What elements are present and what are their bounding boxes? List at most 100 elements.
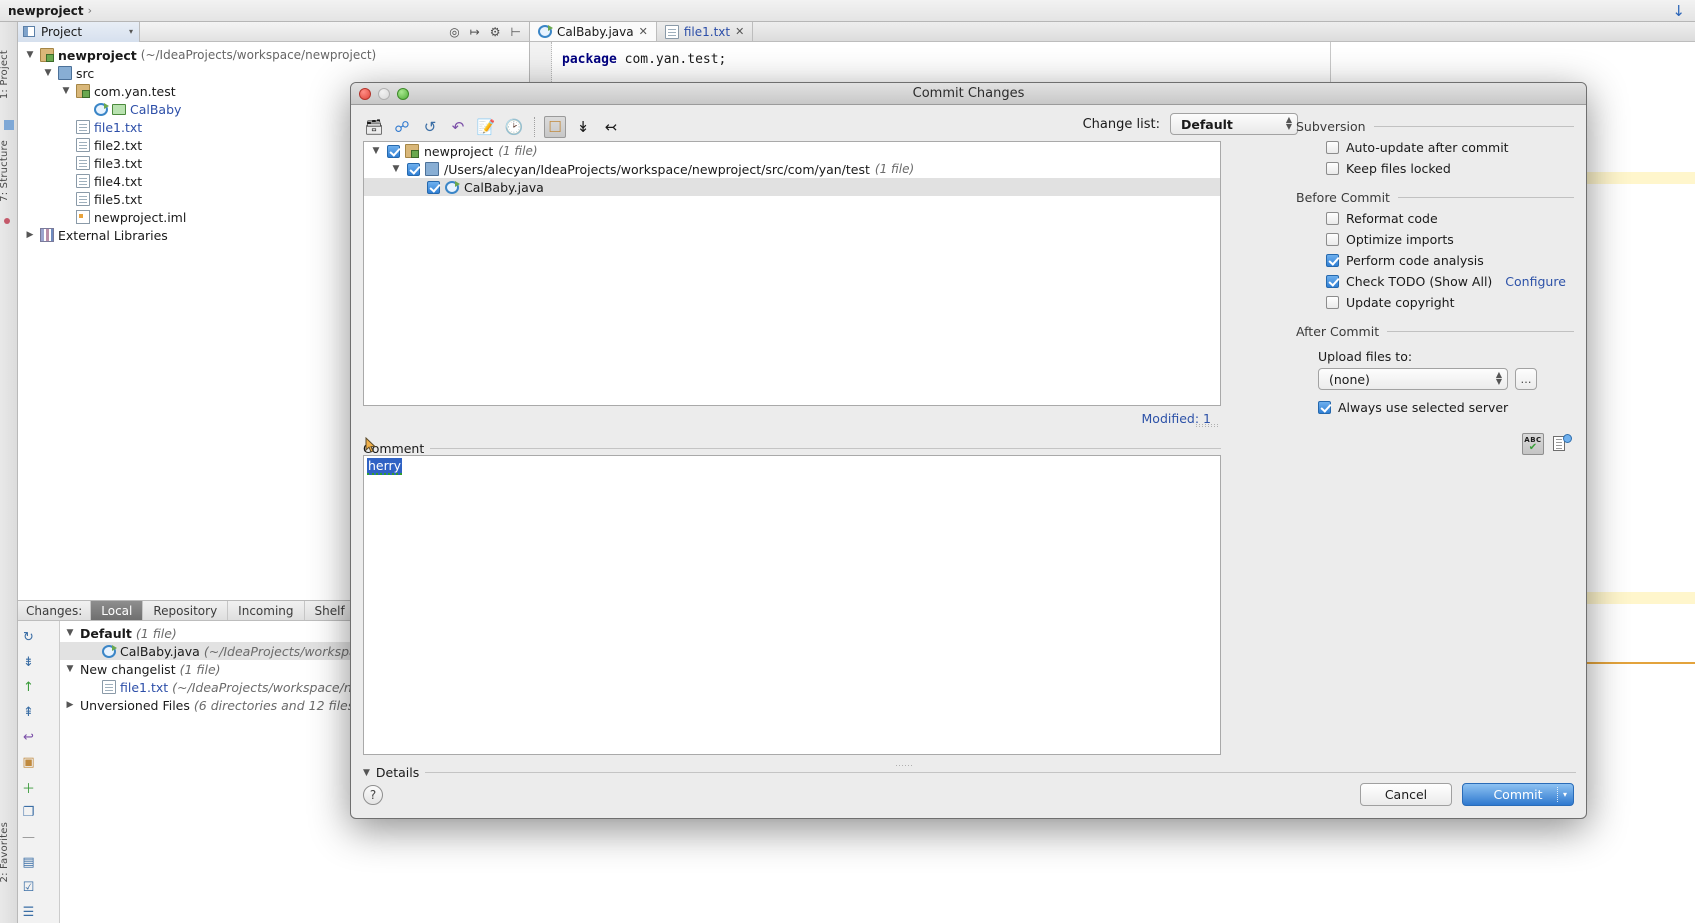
java-class-icon bbox=[538, 25, 553, 38]
commit-file-row[interactable]: ▼ /Users/alecyan/IdeaProjects/workspace/n… bbox=[364, 160, 1220, 178]
gear-icon[interactable]: ⚙ bbox=[490, 25, 501, 39]
add-changelist-icon[interactable]: ＋ bbox=[18, 775, 39, 800]
before-commit-checkbox-4[interactable] bbox=[1326, 296, 1339, 309]
vcs-commit-icon[interactable]: ↑ bbox=[18, 675, 39, 700]
before-commit-option-row[interactable]: Update copyright bbox=[1326, 295, 1574, 310]
before-commit-option-row[interactable]: Optimize imports bbox=[1326, 232, 1574, 247]
twisty-collapsed-icon[interactable]: ▶ bbox=[24, 230, 36, 240]
remove-icon[interactable]: — bbox=[18, 825, 39, 850]
before-commit-checkbox-0[interactable] bbox=[1326, 212, 1339, 225]
twisty-expanded-icon[interactable]: ▼ bbox=[64, 664, 76, 674]
group-by-directory-icon[interactable]: ▣ bbox=[18, 750, 39, 775]
rail-item-structure[interactable]: 7: Structure bbox=[0, 140, 10, 202]
refresh-icon[interactable]: ↻ bbox=[18, 625, 39, 650]
subversion-options[interactable]: Auto-update after commit Keep files locke… bbox=[1296, 140, 1574, 176]
commit-file-checkbox[interactable] bbox=[427, 180, 440, 194]
project-tree-row-path: (~/IdeaProjects/workspace/newproject) bbox=[140, 48, 377, 62]
changelist-select[interactable]: Default ▲ ▼ bbox=[1170, 113, 1298, 135]
configure-link[interactable]: Configure bbox=[1505, 274, 1566, 289]
twisty-expanded-icon[interactable]: ▼ bbox=[60, 86, 72, 96]
before-commit-option-row[interactable]: Check TODO (Show All) Configure bbox=[1326, 274, 1574, 289]
splitter-grip[interactable] bbox=[1196, 423, 1218, 428]
help-button[interactable]: ? bbox=[363, 785, 383, 805]
project-tree-row[interactable]: ▼ src bbox=[18, 64, 529, 82]
commit-file-checkbox[interactable] bbox=[387, 144, 400, 158]
always-use-selected-server-checkbox[interactable] bbox=[1318, 401, 1331, 414]
commit-file-tree[interactable]: ▼ newproject (1 file) ▼ /Users/alecyan/Idea… bbox=[363, 141, 1221, 406]
subversion-option-row[interactable]: Keep files locked bbox=[1326, 161, 1574, 176]
refresh-icon[interactable]: ↺ bbox=[419, 116, 441, 138]
commit-message-input[interactable]: herry bbox=[363, 455, 1221, 755]
rollback-icon[interactable]: ↩ bbox=[18, 725, 39, 750]
before-commit-options[interactable]: Reformat code Optimize imports Perform cod… bbox=[1296, 211, 1574, 310]
twisty-expanded-icon[interactable]: ▼ bbox=[42, 68, 54, 78]
details-splitter-grip[interactable] bbox=[896, 764, 914, 769]
group-by-directory-icon[interactable]: ☐ bbox=[544, 116, 566, 138]
download-icon[interactable]: ↓ bbox=[1672, 2, 1685, 20]
changes-tab-local[interactable]: Local bbox=[90, 601, 143, 620]
show-history-icon[interactable]: 🕑 bbox=[503, 116, 525, 138]
move-to-another-changelist-icon[interactable]: ☍ bbox=[391, 116, 413, 138]
set-active-icon[interactable]: ☑ bbox=[18, 875, 39, 900]
editor-tab[interactable]: CalBaby.java ✕ bbox=[530, 22, 657, 41]
expand-all-icon[interactable]: ↡ bbox=[572, 116, 594, 138]
expand-all-icon[interactable]: ⇟ bbox=[18, 650, 39, 675]
project-panel-tab[interactable]: Project ▾ bbox=[18, 21, 140, 42]
twisty-expanded-icon[interactable]: ▼ bbox=[390, 164, 402, 174]
upload-configure-button[interactable]: … bbox=[1515, 368, 1537, 390]
shelve-icon[interactable]: ▤ bbox=[18, 850, 39, 875]
changes-action-rail[interactable]: ↻⇟↑⇞↩▣＋❐—▤☑☰⇱▤⇪?⤢ bbox=[18, 621, 60, 923]
copy-icon[interactable]: ❐ bbox=[18, 800, 39, 825]
edit-changelist-icon[interactable]: ☰ bbox=[18, 900, 39, 923]
minimize-button[interactable] bbox=[378, 87, 390, 100]
close-tab-icon[interactable]: ✕ bbox=[735, 25, 744, 38]
subversion-checkbox-0[interactable] bbox=[1326, 141, 1339, 154]
commit-file-row[interactable]: ▼ newproject (1 file) bbox=[364, 142, 1220, 160]
collapse-all-icon[interactable]: ⇞ bbox=[18, 700, 39, 725]
before-commit-option-row[interactable]: Perform code analysis bbox=[1326, 253, 1574, 268]
changes-tree-row-note: (6 directories and 12 files) bbox=[193, 697, 360, 713]
before-commit-rule bbox=[1397, 197, 1574, 198]
twisty-collapsed-icon[interactable]: ▶ bbox=[64, 700, 76, 710]
favorites-marker-icon bbox=[4, 218, 10, 224]
before-commit-checkbox-3[interactable] bbox=[1326, 275, 1339, 288]
rail-item-favorites[interactable]: 2: Favorites bbox=[0, 822, 10, 882]
rail-item-project[interactable]: 1: Project bbox=[0, 50, 10, 99]
twisty-expanded-icon[interactable]: ▼ bbox=[64, 628, 76, 638]
commit-file-row[interactable]: CalBaby.java bbox=[364, 178, 1220, 196]
always-use-selected-server-row[interactable]: Always use selected server bbox=[1318, 400, 1574, 415]
collapse-all-icon[interactable]: ↢ bbox=[600, 116, 622, 138]
close-tab-icon[interactable]: ✕ bbox=[639, 25, 648, 38]
project-tree-row-label: CalBaby bbox=[130, 101, 182, 117]
before-commit-checkbox-2[interactable] bbox=[1326, 254, 1339, 267]
changes-tab-shelf[interactable]: Shelf bbox=[303, 601, 355, 620]
collapse-icon[interactable]: ↦ bbox=[470, 25, 480, 39]
editor-tab[interactable]: file1.txt ✕ bbox=[657, 22, 754, 41]
rollback-icon[interactable]: ↶ bbox=[447, 116, 469, 138]
changes-tree-row-label: CalBaby.java bbox=[120, 643, 200, 659]
changes-tab-incoming[interactable]: Incoming bbox=[227, 601, 303, 620]
close-button[interactable] bbox=[359, 87, 371, 100]
twisty-expanded-icon[interactable]: ▼ bbox=[370, 146, 382, 156]
dialog-toolbar[interactable]: 🗃 ☍ ↺ ↶ 📝 🕑 ☐ ↡ ↢ bbox=[363, 113, 622, 141]
hide-icon[interactable]: ⊢ bbox=[511, 25, 521, 39]
details-twisty-icon[interactable]: ▼ bbox=[363, 768, 370, 778]
editor-tabbar[interactable]: CalBaby.java ✕ file1.txt ✕ bbox=[530, 22, 1695, 42]
changelist-label: Change list: bbox=[1082, 116, 1160, 132]
zoom-button[interactable] bbox=[397, 87, 409, 100]
twisty-expanded-icon[interactable]: ▼ bbox=[24, 50, 36, 60]
breadcrumb-project[interactable]: newproject bbox=[8, 4, 84, 18]
text-file-icon bbox=[76, 192, 90, 206]
target-icon[interactable]: ◎ bbox=[449, 25, 459, 39]
edit-source-icon[interactable]: 📝 bbox=[475, 116, 497, 138]
changes-tab-repository[interactable]: Repository bbox=[142, 601, 227, 620]
before-commit-checkbox-1[interactable] bbox=[1326, 233, 1339, 246]
subversion-option-row[interactable]: Auto-update after commit bbox=[1326, 140, 1574, 155]
project-tree-row[interactable]: ▼ newproject (~/IdeaProjects/workspace/ne… bbox=[18, 46, 529, 64]
upload-server-select[interactable]: (none) ▲ ▼ bbox=[1318, 368, 1508, 390]
subversion-checkbox-1[interactable] bbox=[1326, 162, 1339, 175]
before-commit-option-row[interactable]: Reformat code bbox=[1326, 211, 1574, 226]
show-diff-icon[interactable]: 🗃 bbox=[363, 116, 385, 138]
commit-file-checkbox[interactable] bbox=[407, 162, 420, 176]
chevron-down-icon[interactable]: ▾ bbox=[129, 27, 133, 36]
